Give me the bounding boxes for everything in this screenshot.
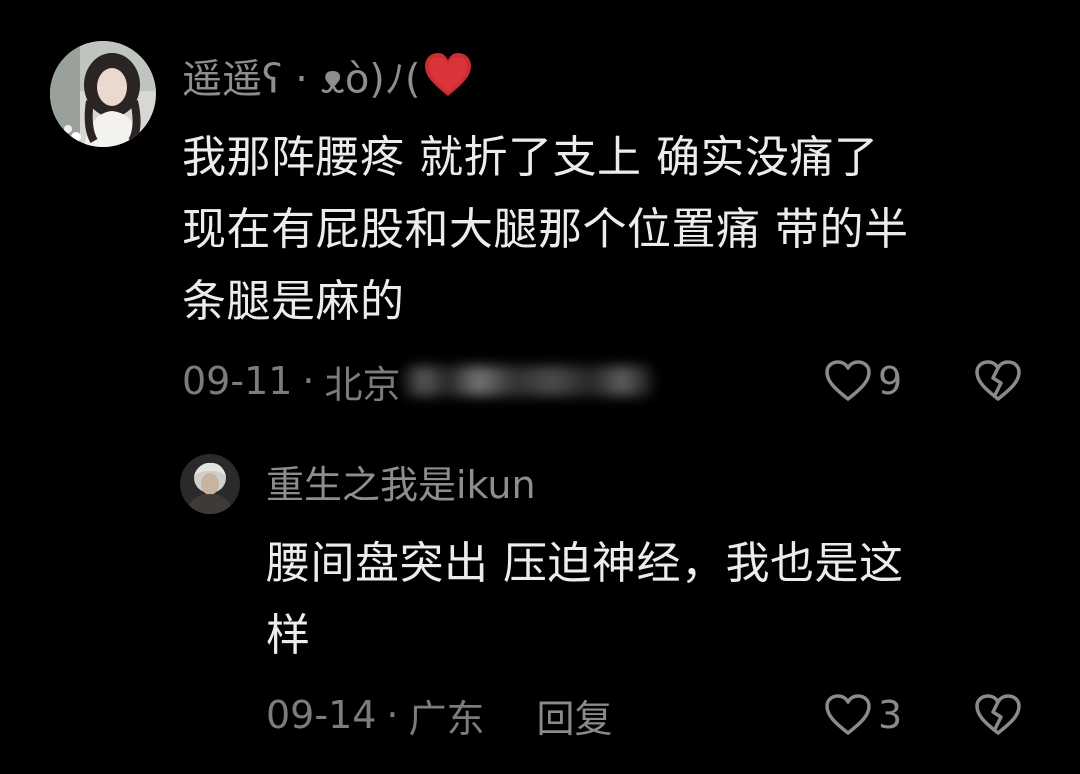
dislike-button[interactable] bbox=[974, 356, 1022, 406]
comment-text-line: 现在有屁股和大腿那个位置痛 带的半 bbox=[182, 204, 909, 255]
comment-username[interactable]: 遥遥ʕ · ᴥò)ﾉ( bbox=[182, 52, 473, 111]
like-button[interactable]: 3 bbox=[824, 690, 902, 740]
comment-date: 09-11 bbox=[182, 359, 293, 403]
comment-text[interactable]: 我那阵腰疼 就折了支上 确实没痛了 现在有屁股和大腿那个位置痛 带的半 条腿是麻… bbox=[182, 122, 1042, 338]
like-count: 3 bbox=[878, 693, 903, 737]
avatar-image bbox=[180, 454, 240, 514]
dislike-broken-heart-icon bbox=[975, 360, 1021, 401]
like-heart-icon bbox=[825, 360, 871, 401]
reply-text-line: 腰间盘突出 压迫神经，我也是这 bbox=[266, 538, 904, 589]
meta-separator: · bbox=[302, 359, 315, 403]
like-count: 9 bbox=[878, 359, 903, 403]
comment-text-line: 条腿是麻的 bbox=[182, 276, 405, 327]
comment-text-line: 我那阵腰疼 就折了支上 确实没痛了 bbox=[182, 132, 879, 183]
dislike-broken-heart-icon bbox=[975, 694, 1021, 735]
heart-emoji-icon bbox=[423, 52, 473, 111]
avatar-image bbox=[50, 41, 156, 147]
reply-item: 重生之我是ikun 腰间盘突出 压迫神经，我也是这 样 09-14 · 广东 回… bbox=[0, 430, 1080, 774]
reply-text[interactable]: 腰间盘突出 压迫神经，我也是这 样 bbox=[266, 528, 1026, 672]
reply-location: 广东 bbox=[408, 696, 485, 741]
reply-username[interactable]: 重生之我是ikun bbox=[266, 460, 536, 510]
reply-meta: 09-14 · 广东 回复 bbox=[266, 692, 613, 741]
like-button[interactable]: 9 bbox=[824, 356, 902, 406]
comment-item: 遥遥ʕ · ᴥò)ﾉ( 我那阵腰疼 就折了支上 确实没痛了 现在有屁股和大腿那个… bbox=[0, 0, 1080, 430]
reply-text-line: 样 bbox=[266, 610, 311, 661]
comment-meta: 09-11 · 北京 bbox=[182, 358, 653, 407]
reply-button[interactable]: 回复 bbox=[537, 688, 613, 743]
meta-separator: · bbox=[386, 693, 399, 737]
like-heart-icon bbox=[825, 694, 871, 735]
comment-location: 北京 bbox=[324, 362, 401, 407]
blurred-region bbox=[402, 366, 653, 396]
reply-avatar[interactable] bbox=[180, 454, 240, 514]
dislike-button[interactable] bbox=[974, 690, 1022, 740]
user-avatar[interactable] bbox=[50, 41, 156, 147]
reply-date: 09-14 bbox=[266, 693, 377, 737]
